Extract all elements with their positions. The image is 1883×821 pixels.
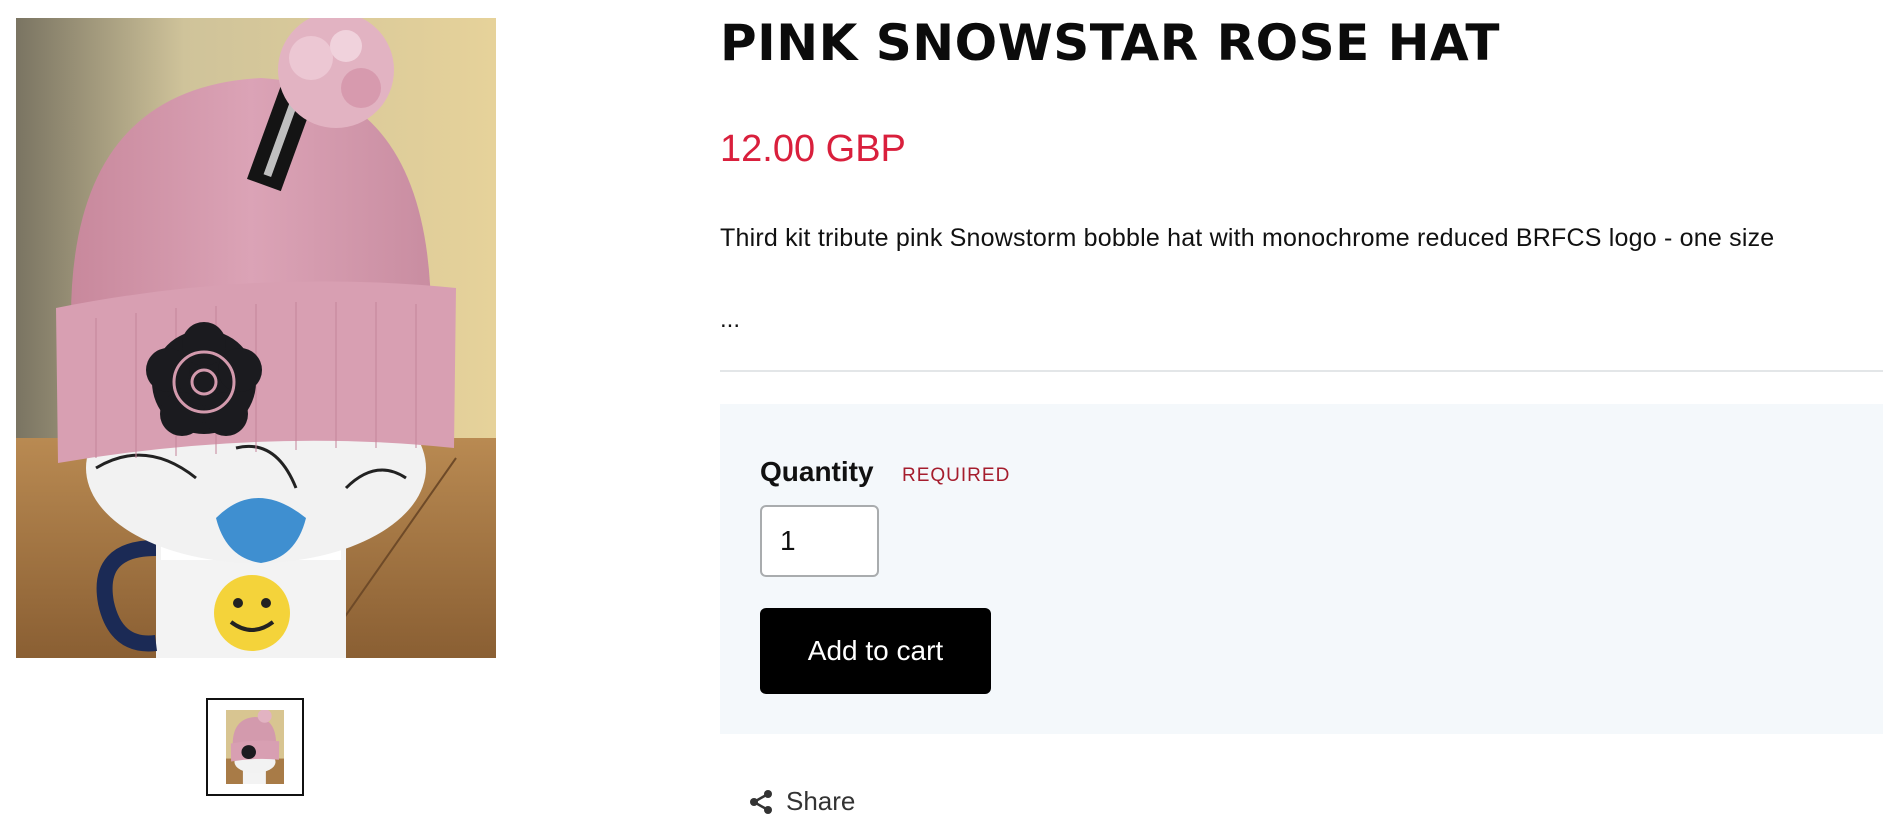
required-badge: REQUIRED (902, 465, 1011, 486)
product-title: PINK SNOWSTAR ROSE HAT (720, 14, 1500, 72)
share-icon (750, 789, 772, 814)
share-button[interactable]: Share (748, 786, 855, 817)
product-photo (16, 18, 496, 658)
thumbnail-image (226, 710, 284, 784)
add-to-cart-button[interactable]: Add to cart (760, 608, 991, 694)
description-more: ... (720, 306, 741, 333)
product-thumbnail[interactable] (206, 698, 304, 796)
divider (720, 370, 1883, 372)
quantity-input[interactable] (760, 505, 879, 577)
product-price: 12.00 GBP (720, 128, 906, 170)
share-label: Share (786, 786, 856, 816)
quantity-label: Quantity (760, 456, 874, 487)
product-page: PINK SNOWSTAR ROSE HAT 12.00 GBP Third k… (0, 0, 1883, 821)
product-main-image[interactable] (16, 18, 496, 658)
purchase-panel: Quantity REQUIRED Add to cart (720, 404, 1883, 734)
product-description: Third kit tribute pink Snowstorm bobble … (720, 224, 1775, 252)
